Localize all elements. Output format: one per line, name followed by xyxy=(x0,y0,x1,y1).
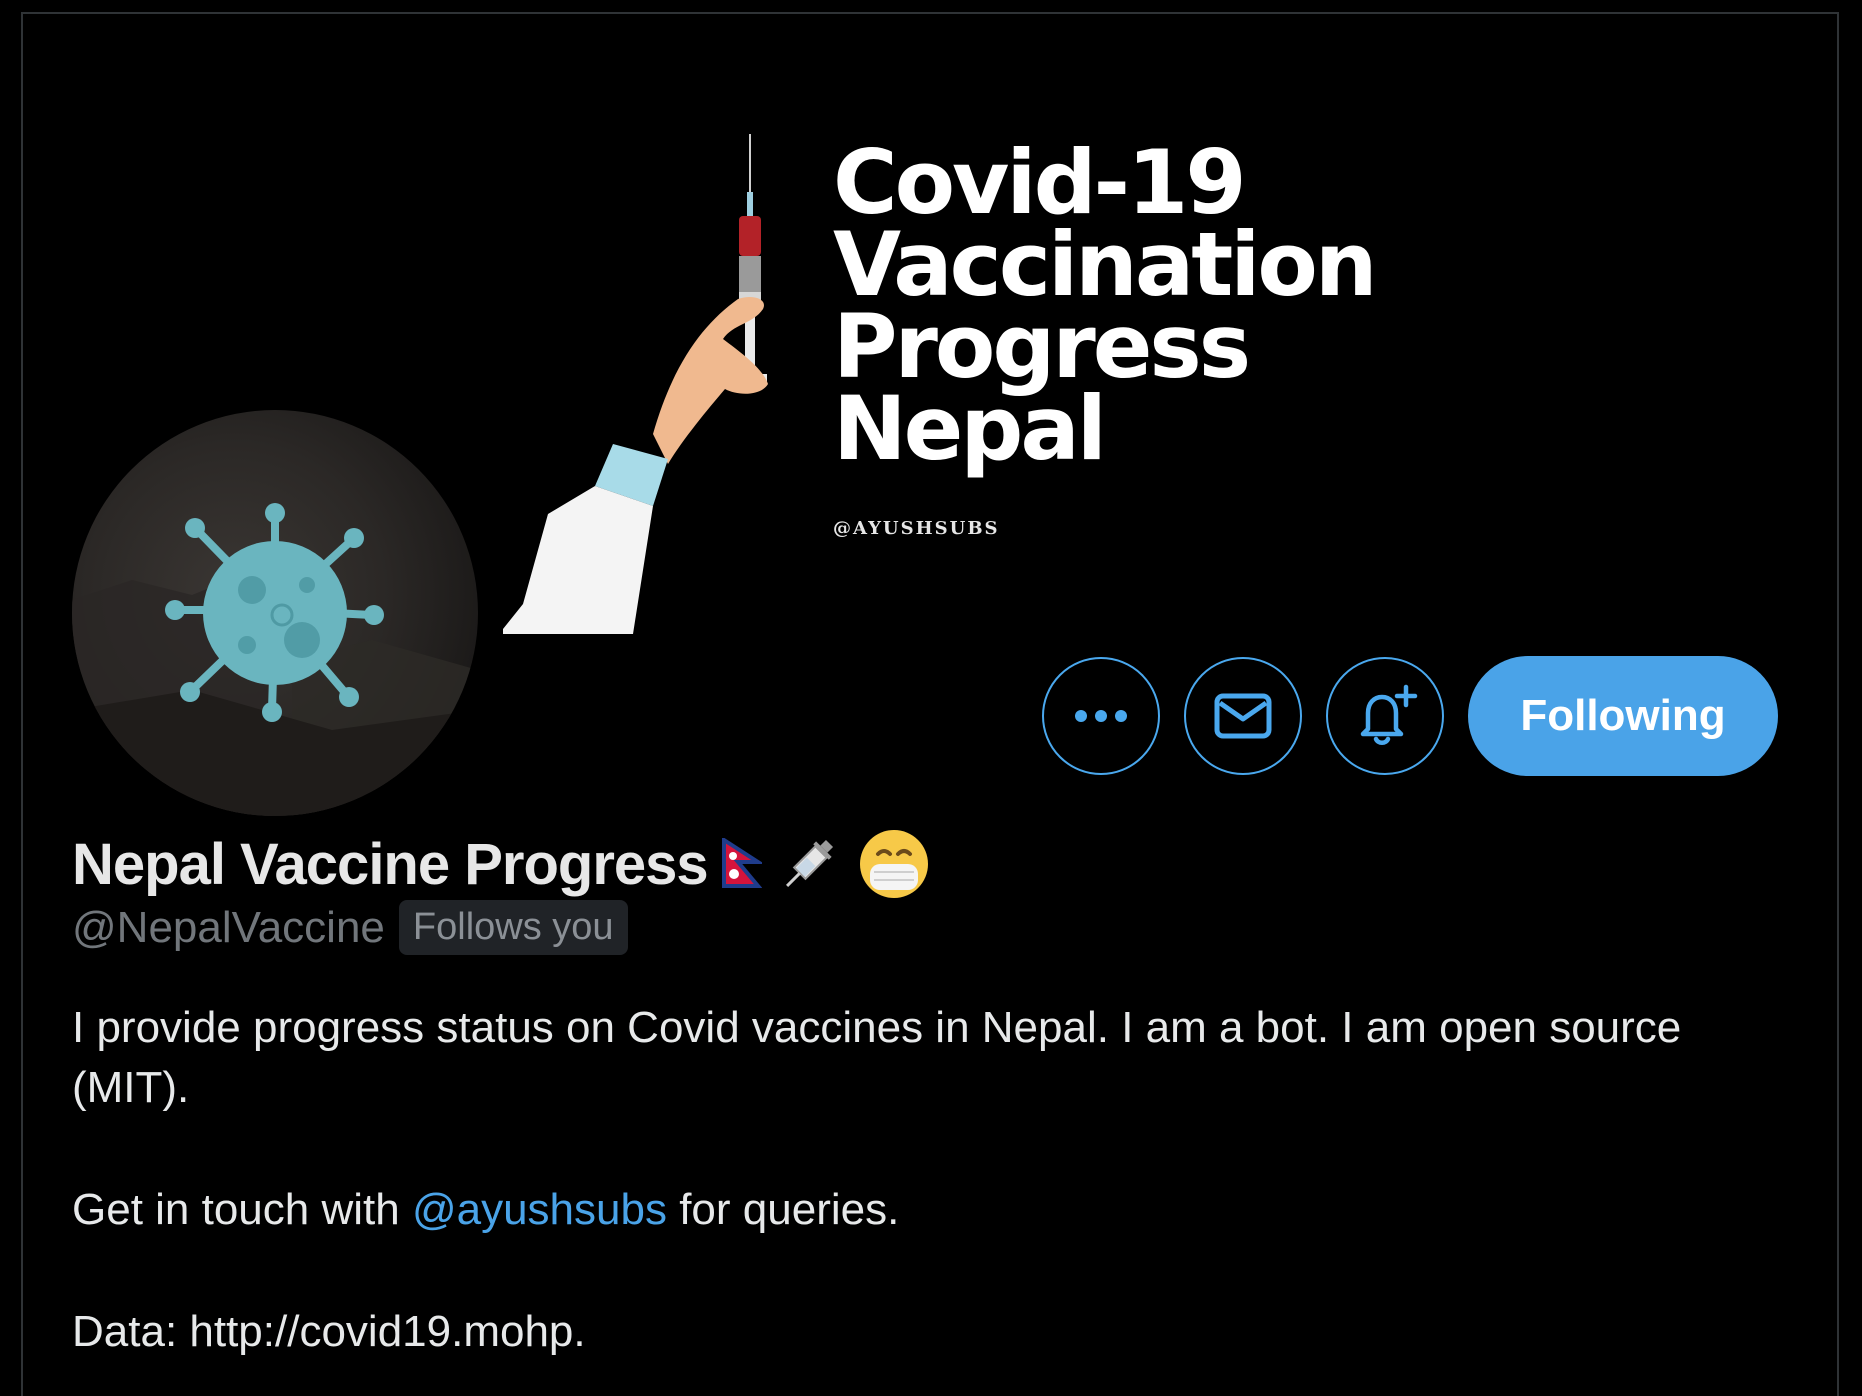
banner-title-line: Vaccination xyxy=(833,213,1378,316)
banner-title-line: Covid-19 xyxy=(833,131,1247,234)
profile-bio: I provide progress status on Covid vacci… xyxy=(72,998,1792,1362)
bell-plus-icon xyxy=(1360,684,1418,745)
bio-contact-suffix: for queries. xyxy=(666,1185,900,1234)
more-button[interactable] xyxy=(1042,657,1160,775)
message-button[interactable] xyxy=(1184,657,1302,775)
syringe-icon xyxy=(785,839,833,887)
virus-icon xyxy=(72,503,478,816)
vaccine-hand-illustration xyxy=(503,134,768,634)
user-handle: @NepalVaccine xyxy=(72,902,385,952)
follows-you-badge: Follows you xyxy=(398,900,628,955)
avatar-image xyxy=(72,410,478,816)
display-name: Nepal Vaccine Progress xyxy=(72,831,709,897)
profile-name-row: Nepal Vaccine Progress xyxy=(72,826,932,902)
banner-handle: @AYUSHSUBS xyxy=(833,518,1000,539)
bio-contact-line: Get in touch with @ayushsubs for queries… xyxy=(72,1180,1792,1240)
following-button[interactable]: Following xyxy=(1468,656,1778,776)
banner-title-line: Progress xyxy=(833,295,1251,398)
notify-button[interactable] xyxy=(1326,657,1444,775)
avatar[interactable] xyxy=(70,408,480,818)
nepal-flag-icon xyxy=(721,838,762,888)
bio-contact-prefix: Get in touch with xyxy=(72,1185,412,1234)
handle-row: @NepalVaccine Follows you xyxy=(72,900,628,955)
mention-link[interactable]: @ayushsubs xyxy=(412,1185,667,1234)
more-icon xyxy=(1075,710,1127,722)
bio-data-line: Data: http://covid19.mohp. xyxy=(72,1307,586,1356)
envelope-icon xyxy=(1214,693,1272,739)
banner-title: Covid-19 Vaccination Progress Nepal xyxy=(833,131,1378,480)
mask-face-icon xyxy=(859,830,928,898)
bio-line: I provide progress status on Covid vacci… xyxy=(72,1003,1682,1112)
profile-actions: Following xyxy=(1042,655,1778,777)
banner-title-line: Nepal xyxy=(833,377,1107,480)
